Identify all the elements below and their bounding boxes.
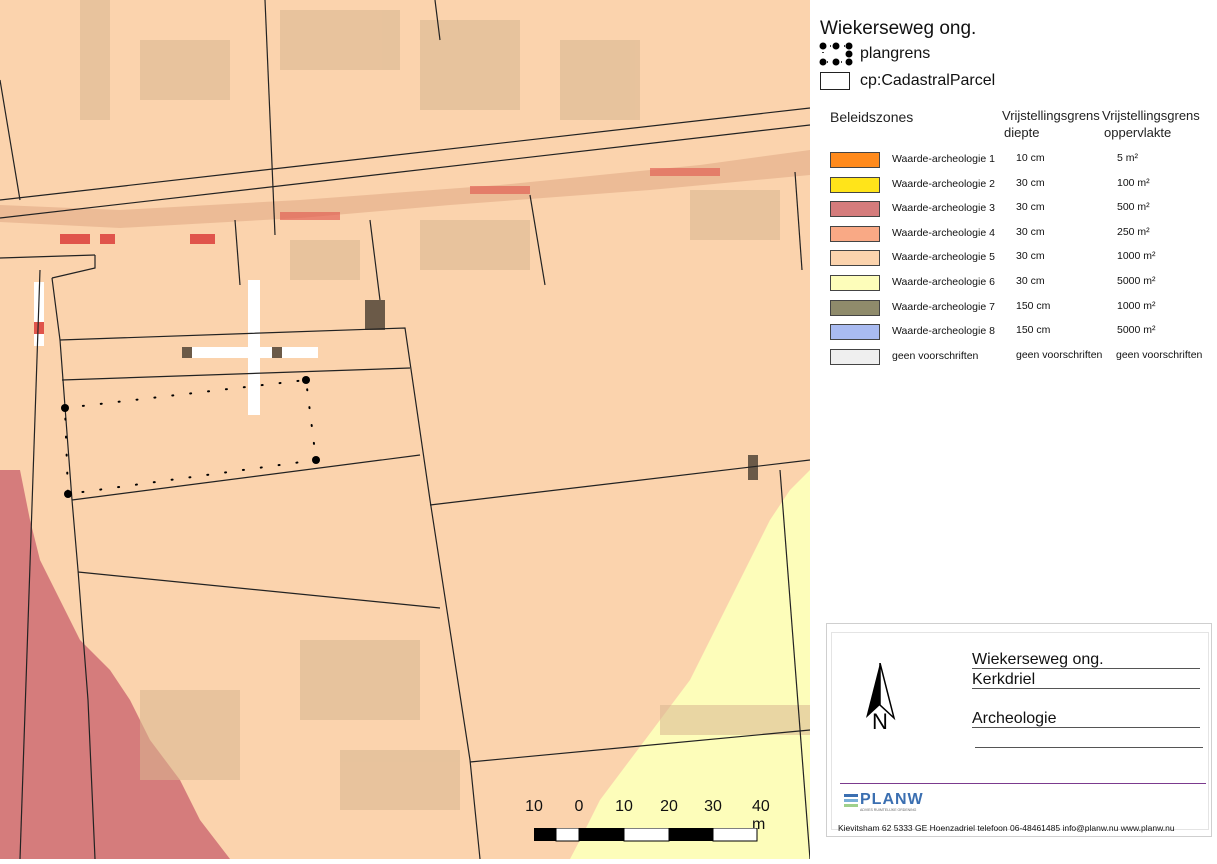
zone-row: Waarde-archeologie 8 150 cm 5000 m² [830, 323, 1210, 341]
zone-swatch [830, 152, 880, 168]
address-line: Kievitsham 62 5333 GE Hoenzadriel telefo… [838, 823, 1175, 833]
zone-row: Waarde-archeologie 7 150 cm 1000 m² [830, 299, 1210, 317]
title-line-3: Archeologie [972, 710, 1057, 727]
logo-bars-icon [844, 794, 858, 807]
col-header-zone: Beleidszones [830, 109, 914, 125]
north-arrow-icon: N [866, 663, 896, 733]
parcel-outline-icon [820, 72, 850, 90]
map-canvas [0, 0, 811, 860]
planw-logo: PLANW [860, 791, 924, 808]
title-line-2: Kerkdriel [972, 671, 1036, 688]
zone-swatch [830, 226, 880, 242]
zone-swatch [830, 300, 880, 316]
zone-row: Waarde-archeologie 4 30 cm 250 m² [830, 225, 1210, 243]
zone-swatch [830, 324, 880, 340]
scale-label: 0 [574, 798, 584, 815]
col-header-depth: Vrijstellingsgrens diepte [1002, 108, 1100, 140]
legend-item-parcel: cp:CadastralParcel [818, 72, 995, 90]
zone-row: Waarde-archeologie 2 30 cm 100 m² [830, 176, 1210, 194]
dotted-boundary-icon [818, 42, 853, 66]
legend-panel: Wiekerseweg ong. plangrens cp:CadastralP… [810, 0, 1217, 859]
zone-row: Waarde-archeologie 1 10 cm 5 m² [830, 151, 1210, 169]
legend-item-label: cp:CadastralParcel [860, 72, 996, 89]
scale-label: 30 [704, 798, 722, 815]
north-label: N [872, 709, 888, 733]
zone-swatch [830, 349, 880, 365]
logo-tagline: ADVIES RUIMTELIJKE ORDENING [860, 808, 917, 812]
zone-row: Waarde-archeologie 6 30 cm 5000 m² [830, 274, 1210, 292]
scale-label: 10 [525, 798, 543, 815]
scale-bar: 10 0 10 20 30 40 m [520, 798, 800, 848]
zone-row: geen voorschriften geen voorschriften geen… [830, 348, 1210, 366]
scale-label: 20 [660, 798, 678, 815]
zone-swatch [830, 250, 880, 266]
zone-swatch [830, 275, 880, 291]
legend-item-plangrens: plangrens [818, 42, 931, 66]
zone-row: Waarde-archeologie 5 30 cm 1000 m² [830, 249, 1210, 267]
scale-label: 10 [615, 798, 633, 815]
title-line-1: Wiekerseweg ong. [972, 651, 1104, 668]
legend-item-label: plangrens [860, 45, 931, 62]
title-block: N Wiekerseweg ong. Kerkdriel Archeologie… [826, 623, 1212, 837]
zone-row: Waarde-archeologie 3 30 cm 500 m² [830, 200, 1210, 218]
map-view[interactable]: 10 0 10 20 30 40 m [0, 0, 811, 860]
zone-swatch [830, 177, 880, 193]
legend-title: Wiekerseweg ong. [820, 18, 977, 39]
col-header-area: Vrijstellingsgrens oppervlakte [1102, 108, 1200, 140]
scale-bar-segments [534, 828, 758, 842]
zone-swatch [830, 201, 880, 217]
